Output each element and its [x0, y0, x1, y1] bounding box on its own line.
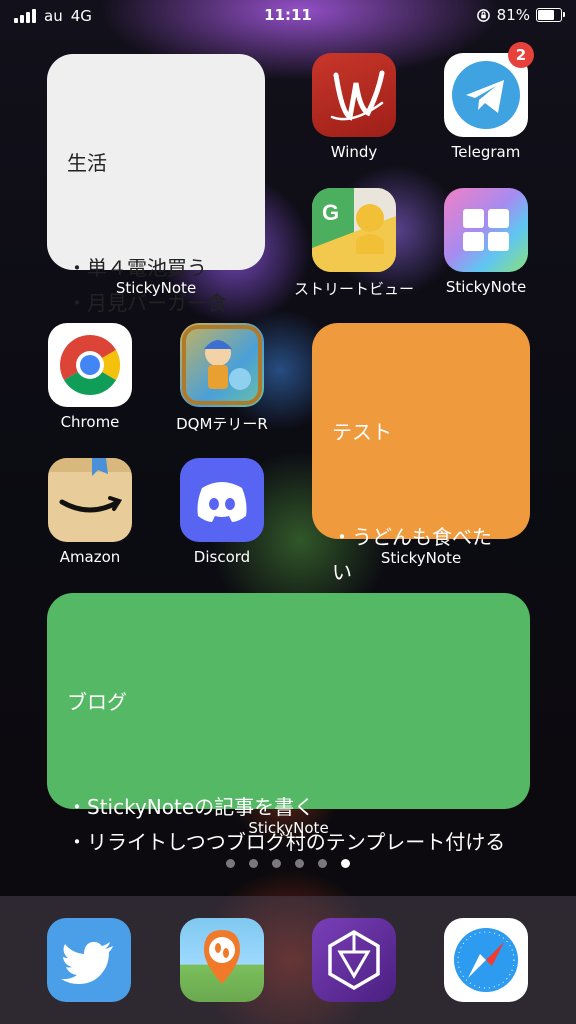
app-sticky-note[interactable]: StickyNote [426, 188, 546, 296]
chrome-icon [48, 323, 132, 407]
app-telegram[interactable]: 2 Telegram [426, 42, 546, 161]
page-dot[interactable] [318, 859, 327, 868]
status-bar: au 4G 11:11 81% [0, 0, 576, 32]
app-label: Discord [193, 548, 251, 566]
footsteps-map-icon[interactable] [180, 918, 264, 1002]
note-title: ブログ [67, 690, 127, 714]
app-chrome[interactable]: Chrome [30, 323, 150, 431]
app-discord[interactable]: Discord [162, 458, 282, 566]
windy-icon [312, 53, 396, 137]
dock [0, 896, 576, 1024]
page-dot[interactable] [226, 859, 235, 868]
street-view-icon: G [312, 188, 396, 272]
discord-icon [180, 458, 264, 542]
note-title: 生活 [67, 151, 107, 175]
sticky-note-widget-blog[interactable]: ブログ ・StickyNoteの記事を書く ・リライトしつつブログ村のテンプレー… [47, 593, 530, 854]
app-label: StickyNote [445, 278, 527, 296]
app-street-view[interactable]: G ストリートビュー [294, 188, 414, 299]
notification-badge: 2 [508, 42, 534, 68]
widget-label: StickyNote [115, 279, 197, 297]
dqm-terry-icon [180, 323, 264, 407]
sticky-note-widget-life[interactable]: 生活 ・単４電池買う ・月見バーガー食べたい [47, 54, 265, 350]
page-dot[interactable] [295, 859, 304, 868]
app-label: Telegram [451, 143, 521, 161]
app-windy[interactable]: Windy [294, 53, 414, 161]
sticky-note-icon [444, 188, 528, 272]
ingress-icon[interactable] [312, 918, 396, 1002]
amazon-icon [48, 458, 132, 542]
app-label: Windy [330, 143, 378, 161]
page-dot[interactable] [249, 859, 258, 868]
battery-icon [536, 8, 565, 22]
widget-label: StickyNote [248, 819, 329, 837]
svg-text:G: G [322, 200, 339, 225]
note-title: テスト [332, 420, 392, 444]
sticky-note-widget-test[interactable]: テスト ・うどんも食べたい [312, 323, 530, 584]
page-dot[interactable] [272, 859, 281, 868]
battery-level [538, 10, 554, 20]
status-right: 81% [476, 6, 565, 24]
widget-label: StickyNote [380, 549, 462, 567]
app-amazon[interactable]: Amazon [30, 458, 150, 566]
safari-icon[interactable] [444, 918, 528, 1002]
app-label: Chrome [60, 413, 120, 431]
app-label: ストリートビュー [294, 280, 415, 298]
app-dqm-terry[interactable]: DQMテリーR [162, 323, 282, 434]
page-dot[interactable] [341, 859, 350, 868]
home-screen: au 4G 11:11 81% 生活 ・単４電池買う ・月見バーガー食べたい S… [0, 0, 576, 1024]
battery-percent: 81% [496, 6, 530, 24]
app-label: DQMテリーR [176, 415, 268, 433]
orientation-lock-icon [476, 8, 490, 22]
page-indicator[interactable] [0, 859, 576, 868]
twitter-icon[interactable] [47, 918, 131, 1002]
app-label: Amazon [59, 548, 121, 566]
